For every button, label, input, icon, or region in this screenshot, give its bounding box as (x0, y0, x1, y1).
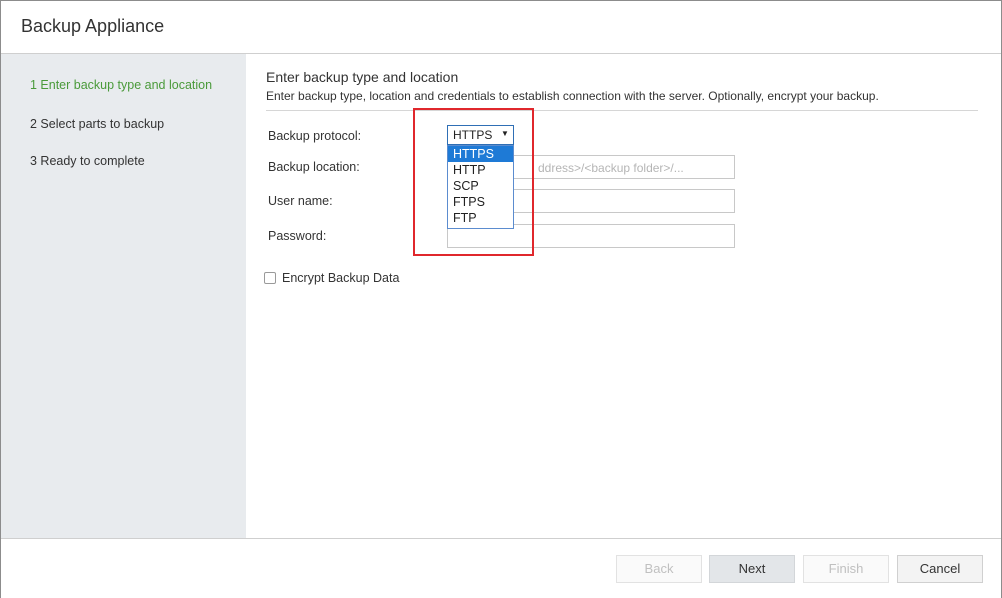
dialog-footer: Back Next Finish Cancel (1, 538, 1001, 598)
dialog-title: Backup Appliance (21, 16, 165, 36)
step-ready-to-complete[interactable]: 3 Ready to complete (30, 154, 145, 168)
backup-protocol-label: Backup protocol: (268, 129, 362, 143)
dialog-header: Backup Appliance (1, 1, 1001, 54)
step-enter-backup-type[interactable]: 1 Enter backup type and location (30, 78, 212, 92)
encrypt-backup-checkbox[interactable] (264, 272, 276, 284)
encrypt-backup-label[interactable]: Encrypt Backup Data (282, 271, 399, 285)
backup-location-placeholder: ddress>/<backup folder>/... (538, 161, 684, 175)
backup-location-label: Backup location: (268, 160, 360, 174)
highlight-box (413, 108, 534, 256)
wizard-content: Enter backup type and location Enter bac… (246, 54, 1001, 538)
backup-appliance-dialog: Backup Appliance 1 Enter backup type and… (0, 0, 1002, 598)
password-label: Password: (268, 229, 327, 243)
cancel-button[interactable]: Cancel (897, 555, 983, 583)
content-title: Enter backup type and location (266, 69, 459, 85)
finish-button[interactable]: Finish (803, 555, 889, 583)
back-button[interactable]: Back (616, 555, 702, 583)
wizard-steps-sidebar: 1 Enter backup type and location 2 Selec… (1, 54, 246, 538)
user-name-label: User name: (268, 194, 333, 208)
content-divider (266, 110, 978, 111)
step-select-parts[interactable]: 2 Select parts to backup (30, 117, 164, 131)
next-button[interactable]: Next (709, 555, 795, 583)
content-description: Enter backup type, location and credenti… (266, 89, 879, 103)
